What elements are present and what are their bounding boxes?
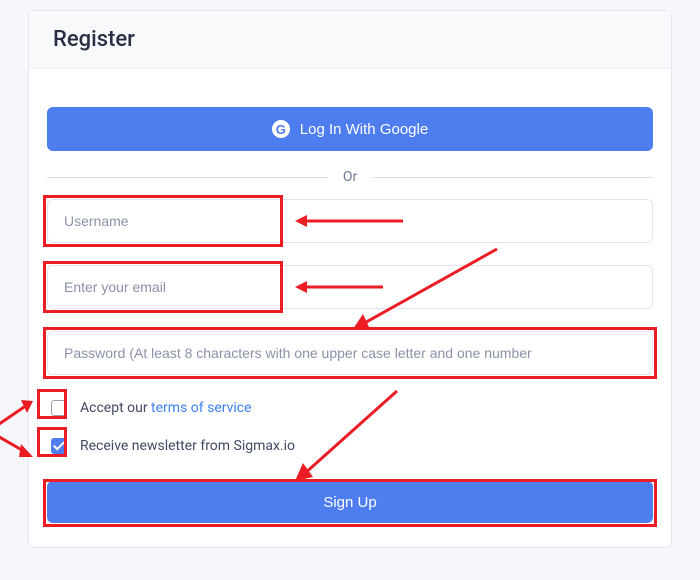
newsletter-label: Receive newsletter from Sigmax.io xyxy=(80,438,295,454)
divider-text: Or xyxy=(343,169,357,185)
newsletter-checkbox[interactable] xyxy=(51,438,67,454)
annotation-arrow-checkboxes xyxy=(0,397,47,467)
terms-prefix: Accept our xyxy=(80,400,151,416)
username-input[interactable] xyxy=(47,199,653,243)
terms-label: Accept our terms of service xyxy=(80,400,252,416)
signup-button[interactable]: Sign Up xyxy=(47,481,653,523)
google-icon: G xyxy=(272,120,290,138)
card-header: Register xyxy=(29,11,671,69)
divider-line-left xyxy=(47,177,327,178)
register-card: Register G Log In With Google Or xyxy=(28,10,672,548)
card-body: G Log In With Google Or xyxy=(29,69,671,547)
page-title: Register xyxy=(53,27,647,52)
terms-link[interactable]: terms of service xyxy=(151,400,252,416)
google-login-button[interactable]: G Log In With Google xyxy=(47,107,653,151)
email-input[interactable] xyxy=(47,265,653,309)
or-divider: Or xyxy=(47,169,653,185)
password-input[interactable] xyxy=(47,331,653,375)
divider-line-right xyxy=(373,177,653,178)
terms-checkbox[interactable] xyxy=(51,400,67,416)
signup-label: Sign Up xyxy=(323,494,376,511)
google-login-label: Log In With Google xyxy=(300,121,428,138)
